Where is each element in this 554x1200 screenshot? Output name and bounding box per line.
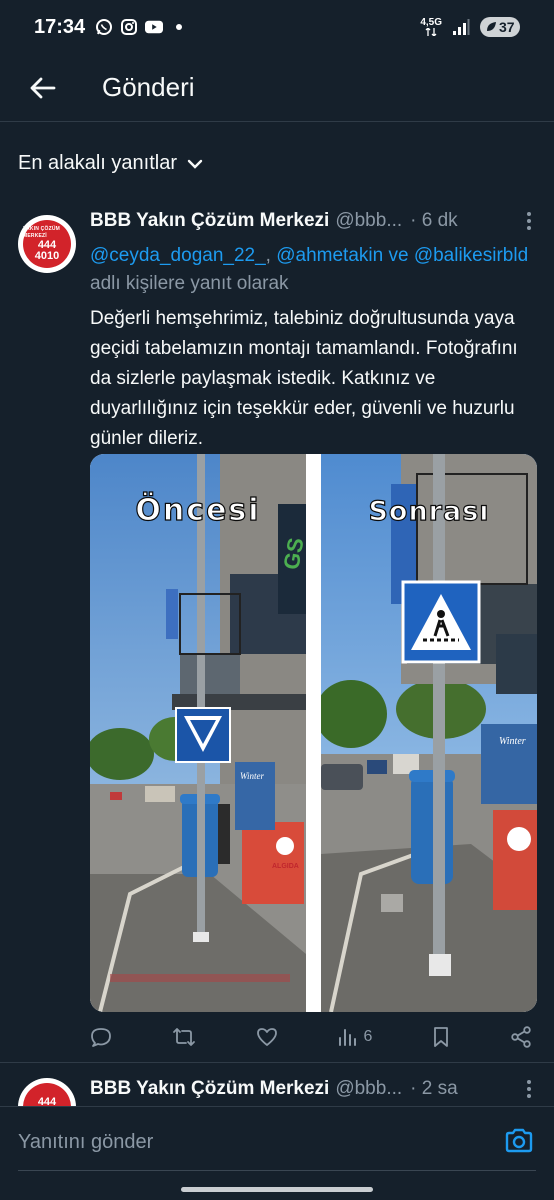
status-bar: 17:34 4,5G 37: [0, 0, 554, 54]
tweet-text: Değerli hemşehrimiz, talebiniz doğrultus…: [90, 308, 518, 449]
tweet-timestamp[interactable]: · 2 sa: [410, 1078, 458, 1100]
network-indicator: 4,5G: [420, 18, 442, 36]
author-handle[interactable]: @bbb...: [335, 1078, 402, 1100]
reply-button[interactable]: [90, 1026, 112, 1048]
tweet-timestamp[interactable]: · 6 dk: [410, 210, 458, 232]
after-label: Sonrası: [368, 496, 489, 527]
avatar-logo-caption: YAKIN ÇÖZÜM MERKEZİ: [23, 226, 61, 239]
home-indicator[interactable]: [181, 1187, 373, 1192]
retweet-button[interactable]: [172, 1026, 196, 1048]
shop-sign-text: GS: [278, 536, 306, 572]
avatar-logo-number-2: 4010: [34, 250, 60, 262]
notification-icons: [95, 18, 188, 36]
more-options-button[interactable]: [518, 210, 540, 232]
camera-icon: [505, 1128, 533, 1153]
signal-icon: [453, 19, 470, 35]
bookmark-icon: [434, 1027, 449, 1047]
tweet-action-bar: 6: [90, 1026, 540, 1048]
reply-input-underline: [18, 1170, 536, 1171]
author-name[interactable]: BBB Yakın Çözüm Merkezi: [90, 210, 329, 232]
avatar-logo-number: 444: [37, 1096, 57, 1107]
data-arrows-icon: [425, 28, 437, 36]
tweet-header: BBB Yakın Çözüm Merkezi @bbb... · 6 dk: [90, 210, 540, 232]
cart-brand-text: Winter: [240, 771, 264, 781]
avatar[interactable]: YAKIN ÇÖZÜM MERKEZİ 444 4010: [18, 215, 76, 273]
bookmark-button[interactable]: [432, 1026, 450, 1048]
media-before-photo: GS Winter ALGIDA Öncesi: [90, 454, 306, 1012]
heart-icon: [256, 1028, 277, 1046]
before-photo-illustration: GS Winter ALGIDA Öncesi: [90, 454, 306, 1012]
page-title: Gönderi: [102, 72, 195, 102]
avatar-logo: 444: [23, 1083, 71, 1106]
replying-to: @ceyda_dogan_22_, @ahmetakin ve @balikes…: [90, 242, 540, 298]
next-reply-tweet[interactable]: 444 BBB Yakın Çözüm Merkezi @bbb... · 2 …: [0, 1064, 554, 1106]
more-vertical-icon: [527, 1080, 531, 1098]
tweet-media[interactable]: GS Winter ALGIDA Öncesi Winter Sonrası: [90, 454, 537, 1012]
author-name[interactable]: BBB Yakın Çözüm Merkezi: [90, 1078, 329, 1100]
whatsapp-icon: [95, 18, 113, 36]
avatar-logo: YAKIN ÇÖZÜM MERKEZİ 444 4010: [23, 220, 71, 268]
reply-and[interactable]: ve: [383, 245, 414, 266]
mention-link[interactable]: @ahmetakin: [276, 245, 383, 266]
cart-brand-text-after: Winter: [499, 736, 526, 747]
more-vertical-icon: [527, 212, 531, 230]
battery-saver-icon: [487, 22, 496, 31]
battery-indicator: 37: [480, 17, 520, 37]
youtube-icon: [145, 18, 164, 36]
network-type: 4,5G: [420, 17, 442, 28]
camera-button[interactable]: [504, 1127, 534, 1157]
mention-link[interactable]: @balikesirbld: [414, 245, 528, 266]
share-icon: [511, 1026, 531, 1048]
views-button[interactable]: 6: [337, 1027, 372, 1047]
status-time: 17:34: [34, 15, 86, 38]
reply-sort-dropdown[interactable]: En alakalı yanıtlar: [18, 152, 203, 175]
author-handle[interactable]: @bbb...: [335, 210, 402, 232]
tweet-header: BBB Yakın Çözüm Merkezi @bbb... · 2 sa: [90, 1078, 540, 1100]
like-button[interactable]: [256, 1026, 278, 1048]
reply-icon: [91, 1028, 111, 1047]
avatar[interactable]: 444: [18, 1078, 76, 1106]
reply-sort-label: En alakalı yanıtlar: [18, 152, 177, 174]
retweet-icon: [172, 1028, 195, 1046]
after-photo-illustration: Winter Sonrası: [321, 454, 537, 1012]
arrow-left-icon: [30, 77, 56, 98]
instagram-icon: [120, 18, 138, 36]
tweet-divider: [0, 1062, 554, 1063]
reply-composer: Yanıtını gönder: [0, 1106, 554, 1200]
dot-icon: [170, 18, 188, 36]
reply-input[interactable]: Yanıtını gönder: [18, 1131, 153, 1154]
before-label: Öncesi: [135, 491, 260, 528]
share-button[interactable]: [510, 1026, 532, 1048]
bin-brand-text: ALGIDA: [272, 863, 299, 870]
media-after-photo: Winter Sonrası: [321, 454, 537, 1012]
top-app-bar: Gönderi: [0, 54, 554, 122]
reply-separator: ,: [265, 245, 277, 266]
chevron-down-icon: [187, 159, 203, 169]
back-button[interactable]: [24, 70, 60, 106]
battery-level: 37: [499, 19, 515, 35]
reply-suffix: adlı kişilere yanıt olarak: [90, 273, 289, 294]
mention-link[interactable]: @ceyda_dogan_22_: [90, 245, 266, 266]
bar-chart-icon: [339, 1029, 357, 1046]
more-options-button[interactable]: [518, 1078, 540, 1100]
views-count: 6: [363, 1028, 373, 1045]
